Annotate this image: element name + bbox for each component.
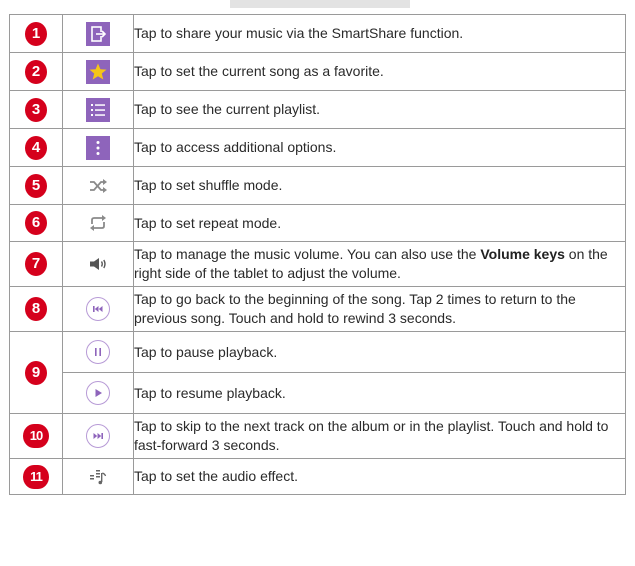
play-icon bbox=[86, 381, 110, 405]
repeat-icon bbox=[86, 211, 110, 235]
number-badge: 9 bbox=[25, 360, 47, 385]
table-row: Tap to resume playback. bbox=[10, 372, 626, 414]
volume-keys-keyword: Volume keys bbox=[480, 246, 565, 262]
table-row: 8 Tap to go back to the beginning of the… bbox=[9, 286, 626, 332]
number-badge: 7 bbox=[25, 252, 47, 276]
favorite-star-icon bbox=[86, 59, 110, 84]
row-description: Tap to access additional options. bbox=[133, 128, 626, 167]
row-description: Tap to set shuffle mode. bbox=[133, 166, 626, 205]
table-row: 9 Tap to pause playback. bbox=[9, 331, 626, 414]
row-description: Tap to see the current playlist. bbox=[133, 90, 626, 129]
top-tab-decoration bbox=[230, 0, 410, 8]
number-badge: 4 bbox=[25, 135, 47, 160]
table-row: 2 Tap to set the current song as a favor… bbox=[9, 52, 626, 91]
row-description: Tap to share your music via the SmartSha… bbox=[133, 14, 626, 53]
previous-track-icon bbox=[86, 297, 110, 321]
number-badge: 5 bbox=[25, 173, 47, 198]
row-description: Tap to go back to the beginning of the s… bbox=[133, 286, 626, 332]
music-player-icon-legend-table: 1 Tap to share your music via the SmartS… bbox=[9, 14, 626, 495]
next-track-icon bbox=[86, 424, 110, 448]
more-options-icon bbox=[86, 135, 110, 160]
number-badge: 3 bbox=[25, 97, 47, 122]
share-icon bbox=[86, 21, 110, 46]
audio-effect-icon bbox=[86, 465, 110, 489]
row-description: Tap to set repeat mode. bbox=[133, 204, 626, 242]
row-description: Tap to set the current song as a favorit… bbox=[133, 52, 626, 91]
table-row: 3 Tap to see the current playlist. bbox=[9, 90, 626, 129]
row-description: Tap to skip to the next track on the alb… bbox=[133, 413, 626, 459]
table-row: 11 Tap to set the audio effect. bbox=[9, 458, 626, 495]
playlist-icon bbox=[86, 97, 110, 122]
shuffle-icon bbox=[86, 174, 110, 198]
table-row: 7 Tap to manage the music volume. You ca… bbox=[9, 241, 626, 287]
table-row: 1 Tap to share your music via the SmartS… bbox=[9, 14, 626, 53]
number-badge: 8 bbox=[25, 297, 47, 321]
number-badge: 11 bbox=[23, 464, 49, 489]
number-badge: 2 bbox=[25, 59, 47, 84]
volume-icon bbox=[86, 252, 110, 276]
row-description: Tap to resume playback. bbox=[133, 372, 626, 414]
row-description: Tap to set the audio effect. bbox=[133, 458, 626, 495]
number-badge: 1 bbox=[25, 21, 47, 46]
table-row: 5 Tap to set shuffle mode. bbox=[9, 166, 626, 205]
table-row: 6 Tap to set repeat mode. bbox=[9, 204, 626, 242]
table-row: 10 Tap to skip to the next track on the … bbox=[9, 413, 626, 459]
number-badge: 6 bbox=[25, 211, 47, 235]
pause-icon bbox=[86, 340, 110, 364]
table-row: 4 Tap to access additional options. bbox=[9, 128, 626, 167]
row-description: Tap to manage the music volume. You can … bbox=[133, 241, 626, 287]
row-description: Tap to pause playback. bbox=[133, 331, 626, 373]
number-badge: 10 bbox=[23, 424, 49, 448]
